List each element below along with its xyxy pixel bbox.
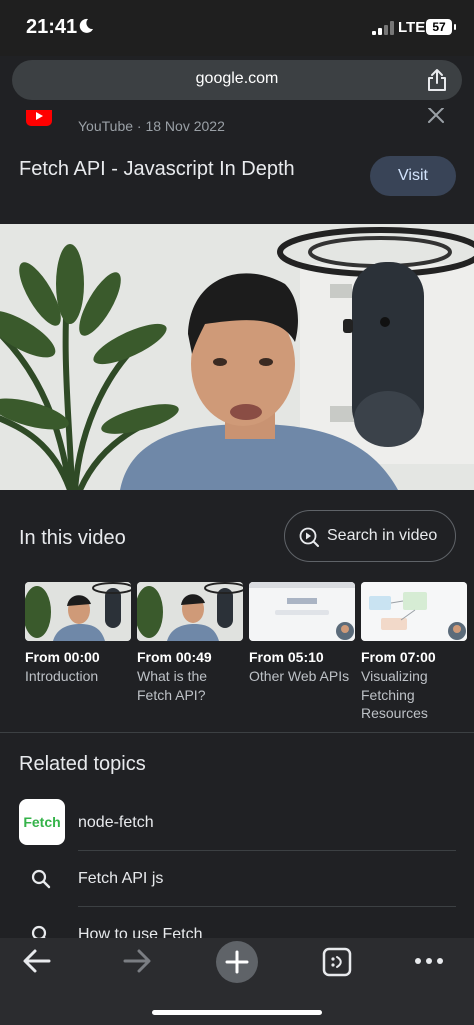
- chapter-thumbnail: [137, 582, 243, 641]
- search-icon: [31, 925, 47, 938]
- chapter-time: From 00:49: [137, 649, 212, 665]
- chapter-title: Other Web APIs: [249, 668, 350, 684]
- topic-divider: [78, 906, 456, 907]
- video-frame-image: [0, 224, 474, 490]
- node-fetch-logo: Fetch: [19, 799, 65, 845]
- topic-divider: [78, 850, 456, 851]
- video-player[interactable]: [0, 224, 474, 490]
- visit-button[interactable]: Visit: [370, 156, 456, 196]
- search-in-video-icon: [299, 527, 319, 547]
- chapter-thumbnail: [361, 582, 467, 641]
- search-in-video-label: Search in video: [327, 527, 438, 544]
- related-topic-how-to-use-fetch[interactable]: How to use Fetch: [78, 926, 203, 938]
- in-this-video-heading: In this video: [19, 527, 126, 549]
- chapter-time: From 05:10: [249, 649, 324, 665]
- chapter-thumbnail: [25, 582, 131, 641]
- related-topic-node-fetch[interactable]: node-fetch: [78, 814, 154, 832]
- more-options-icon[interactable]: [414, 956, 444, 966]
- search-in-video-button[interactable]: Search in video: [284, 510, 456, 562]
- close-icon[interactable]: [426, 108, 446, 128]
- tab-switcher-icon[interactable]: [322, 947, 352, 977]
- signal-icon: [372, 21, 394, 35]
- moon-icon: [79, 18, 93, 33]
- home-indicator[interactable]: [152, 1010, 322, 1015]
- share-icon[interactable]: [426, 68, 448, 92]
- forward-arrow-icon[interactable]: [122, 948, 152, 974]
- chapter-card[interactable]: From 00:00 Introduction: [25, 582, 131, 686]
- search-icon: [31, 869, 51, 889]
- new-tab-plus-icon[interactable]: [215, 940, 259, 984]
- address-bar[interactable]: google.com: [12, 60, 462, 100]
- section-divider: [0, 732, 474, 733]
- url-text[interactable]: google.com: [12, 70, 462, 88]
- search-result-panel: YouTube · 18 Nov 2022 Fetch API - Javasc…: [0, 108, 474, 938]
- youtube-logo-icon: [26, 110, 52, 126]
- related-topics-heading: Related topics: [19, 753, 146, 775]
- chapter-card[interactable]: From 07:00 Visualizing Fetching Resource…: [361, 582, 467, 723]
- battery-indicator: 57: [426, 19, 456, 35]
- related-topic-fetch-api-js[interactable]: Fetch API js: [78, 870, 163, 888]
- chapter-title: Introduction: [25, 668, 99, 684]
- chapter-time: From 07:00: [361, 649, 436, 665]
- chapter-card[interactable]: From 05:10 Other Web APIs: [249, 582, 355, 686]
- video-title[interactable]: Fetch API - Javascript In Depth: [19, 158, 295, 181]
- chapter-title: What is the Fetch API?: [137, 668, 208, 703]
- back-arrow-icon[interactable]: [22, 948, 52, 974]
- chapter-title: Visualizing Fetching Resources: [361, 668, 428, 721]
- network-type: LTE: [398, 19, 426, 36]
- clock: 21:41: [26, 16, 78, 38]
- chapter-card[interactable]: From 00:49 What is the Fetch API?: [137, 582, 243, 704]
- status-bar: 21:41 LTE 57: [0, 0, 474, 56]
- video-source: YouTube · 18 Nov 2022: [78, 118, 225, 134]
- chapter-time: From 00:00: [25, 649, 100, 665]
- chapter-thumbnail: [249, 582, 355, 641]
